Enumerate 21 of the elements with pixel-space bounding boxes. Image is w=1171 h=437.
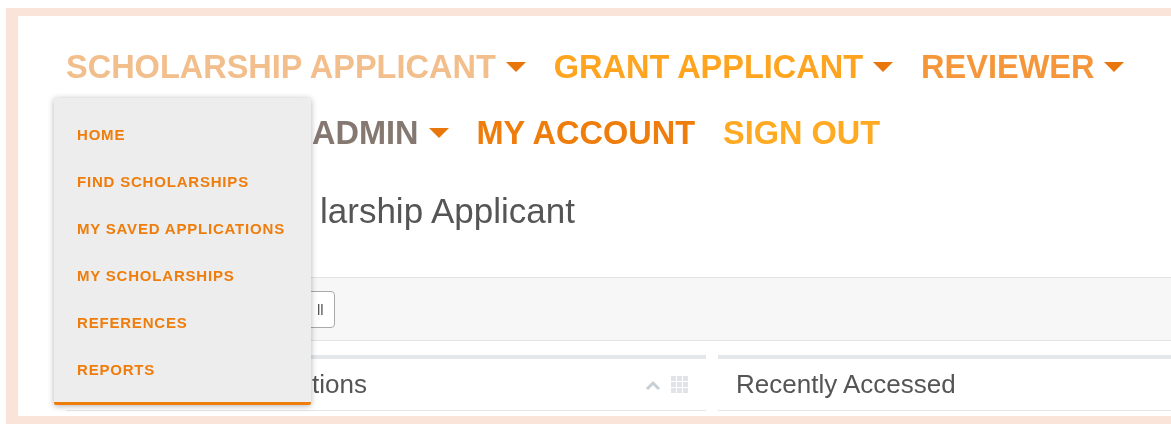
nav-menu[interactable]: GRANT APPLICANT xyxy=(553,48,894,86)
panel-title: Recently Accessed xyxy=(736,369,957,400)
grid-icon[interactable] xyxy=(671,376,688,393)
panel-title: tions xyxy=(312,369,368,400)
caret-icon xyxy=(505,62,526,72)
menu-item[interactable]: REFERENCES xyxy=(77,308,311,355)
nav-menu[interactable]: ADMIN xyxy=(312,114,449,152)
nav-link[interactable]: MY ACCOUNT xyxy=(476,114,695,152)
caret-icon xyxy=(873,62,894,72)
nav-menu[interactable]: REVIEWER xyxy=(921,48,1125,86)
caret-icon xyxy=(1104,62,1125,72)
menu-item[interactable]: FIND SCHOLARSHIPS xyxy=(77,167,311,214)
menu-item[interactable]: MY SAVED APPLICATIONS xyxy=(77,214,311,261)
caret-icon xyxy=(428,128,449,138)
menu-item[interactable]: MY SCHOLARSHIPS xyxy=(77,261,311,308)
chevron-up-icon[interactable] xyxy=(645,379,661,390)
page-title: larship Applicant xyxy=(320,191,576,231)
menu-item[interactable]: HOME xyxy=(77,120,311,167)
nav-link[interactable]: SIGN OUT xyxy=(723,114,881,152)
nav-menu[interactable]: SCHOLARSHIP APPLICANT xyxy=(66,48,526,86)
menu-item[interactable]: REPORTS xyxy=(77,355,311,402)
